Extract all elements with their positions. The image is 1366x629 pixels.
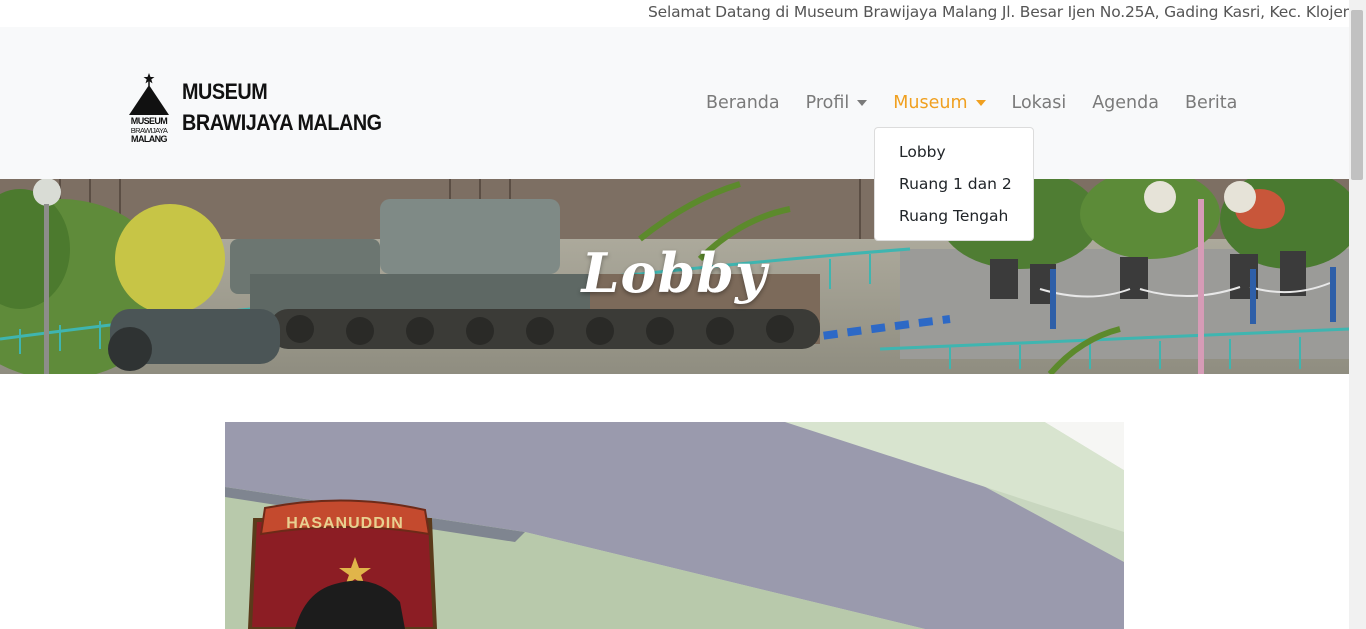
museum-dropdown-menu: Lobby Ruang 1 dan 2 Ruang Tengah — [874, 127, 1034, 241]
svg-text:HASANUDDIN: HASANUDDIN — [286, 515, 404, 532]
lobby-hasanuddin-emblem-photo: HASANUDDIN — [225, 422, 1124, 629]
scrollbar-thumb[interactable] — [1351, 10, 1363, 180]
page-scrollbar[interactable] — [1349, 0, 1366, 629]
nav-label-museum: Museum — [893, 93, 968, 113]
nav-label-profil: Profil — [805, 93, 850, 113]
nav-label-agenda: Agenda — [1092, 93, 1159, 113]
marquee-text: Selamat Datang di Museum Brawijaya Malan… — [648, 3, 1349, 21]
nav-item-profil[interactable]: Profil — [806, 93, 868, 113]
welcome-marquee: Selamat Datang di Museum Brawijaya Malan… — [0, 0, 1349, 27]
nav-item-berita[interactable]: Berita — [1185, 93, 1237, 113]
nav-label-berita: Berita — [1184, 93, 1238, 113]
nav-item-museum[interactable]: Museum — [893, 93, 986, 113]
museum-logo-icon: MUSEUM BRAWIJAYA MALANG — [128, 69, 174, 145]
main-menu: Beranda Profil Museum Lokasi Agenda Beri… — [706, 91, 1237, 115]
nav-item-beranda[interactable]: Beranda — [706, 93, 780, 113]
hero-banner: Lobby — [0, 179, 1349, 374]
nav-item-lokasi[interactable]: Lokasi — [1012, 93, 1067, 113]
dropdown-item-ruang-tengah[interactable]: Ruang Tengah — [875, 204, 1033, 236]
navbar: MUSEUM BRAWIJAYA MALANG MUSEUM BRAWIJAYA… — [0, 27, 1349, 179]
caret-down-icon — [857, 100, 868, 106]
nav-label-beranda: Beranda — [706, 93, 780, 113]
svg-text:MUSEUM: MUSEUM — [131, 116, 168, 126]
dropdown-item-ruang-1-dan-2[interactable]: Ruang 1 dan 2 — [875, 172, 1033, 204]
nav-item-agenda[interactable]: Agenda — [1092, 93, 1159, 113]
nav-label-lokasi: Lokasi — [1011, 93, 1067, 113]
svg-text:MALANG: MALANG — [131, 134, 167, 144]
page-title: Lobby — [581, 241, 768, 305]
brand-home-link[interactable]: MUSEUM BRAWIJAYA MALANG MUSEUM BRAWIJAYA… — [128, 69, 404, 145]
brand-line-2: BRAWIJAYA MALANG — [182, 110, 382, 135]
caret-down-icon — [975, 100, 986, 106]
dropdown-item-lobby[interactable]: Lobby — [875, 140, 1033, 172]
brand-line-1: MUSEUM — [182, 79, 268, 104]
brand-name: MUSEUM BRAWIJAYA MALANG — [182, 76, 382, 138]
